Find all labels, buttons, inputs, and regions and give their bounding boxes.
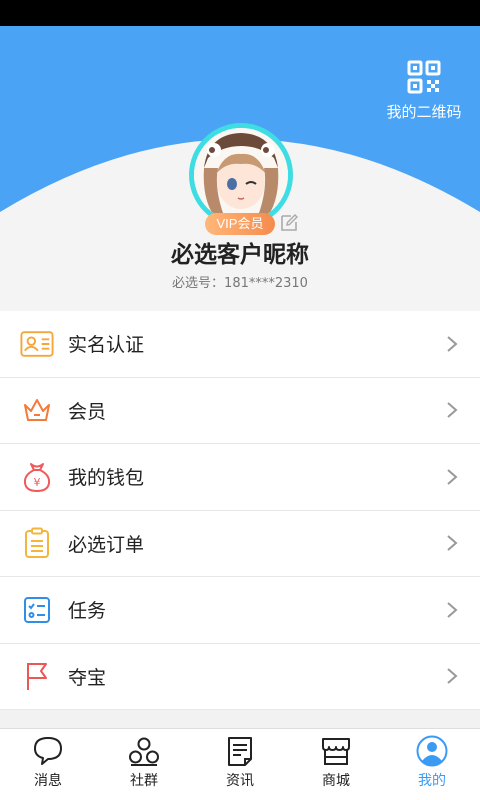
chevron-right-icon xyxy=(447,668,458,685)
menu-item-tasks[interactable]: 任务 xyxy=(0,577,480,644)
tab-me[interactable]: 我的 xyxy=(384,729,480,800)
tab-label: 消息 xyxy=(34,773,62,789)
tab-label: 资讯 xyxy=(226,773,254,789)
avatar-ring[interactable] xyxy=(189,123,293,227)
chevron-right-icon xyxy=(447,601,458,618)
tab-label: 商城 xyxy=(322,773,350,789)
group-icon xyxy=(129,737,159,766)
clipboard-icon xyxy=(25,527,49,559)
tab-community[interactable]: 社群 xyxy=(96,729,192,800)
status-bar xyxy=(0,0,480,26)
my-qr-code-button[interactable]: 我的二维码 xyxy=(382,60,466,122)
vip-member-badge: VIP会员 xyxy=(205,213,275,235)
menu-label: 必选订单 xyxy=(68,533,145,556)
tab-label: 社群 xyxy=(130,773,158,789)
tab-news[interactable]: 资讯 xyxy=(192,729,288,800)
profile-header: 我的二维码 VIP会员 必选客户昵称 必选号：181****2310 xyxy=(0,26,480,311)
crown-icon xyxy=(24,399,50,422)
menu-label: 会员 xyxy=(68,400,107,423)
store-icon xyxy=(322,738,350,765)
account-number: 必选号：181****2310 xyxy=(172,276,308,291)
qr-code-label: 我的二维码 xyxy=(386,104,462,121)
flag-icon xyxy=(27,663,47,691)
menu-label: 任务 xyxy=(68,600,107,623)
menu-item-my-wallet[interactable]: ¥ 我的钱包 xyxy=(0,444,480,511)
chevron-right-icon xyxy=(447,535,458,552)
menu-label: 实名认证 xyxy=(68,334,145,357)
bottom-tab-bar: 消息 社群 资讯 商城 我的 xyxy=(0,728,480,800)
chevron-right-icon xyxy=(447,402,458,419)
menu-label: 我的钱包 xyxy=(68,467,145,490)
svg-text:¥: ¥ xyxy=(34,476,41,489)
id-card-icon xyxy=(20,331,54,357)
menu-item-real-name-verification[interactable]: 实名认证 xyxy=(0,311,480,378)
chevron-right-icon xyxy=(447,335,458,352)
chevron-right-icon xyxy=(447,468,458,485)
tab-label: 我的 xyxy=(418,773,446,789)
user-nickname: 必选客户昵称 xyxy=(171,242,309,268)
profile-menu: 实名认证 会员 ¥ 我的钱包 必选订单 任务 夺宝 xyxy=(0,311,480,710)
news-icon xyxy=(228,737,252,766)
tab-store[interactable]: 商城 xyxy=(288,729,384,800)
edit-icon[interactable] xyxy=(279,213,299,233)
avatar xyxy=(194,128,288,222)
task-list-icon xyxy=(24,596,50,623)
qr-code-icon xyxy=(407,60,441,94)
menu-item-orders[interactable]: 必选订单 xyxy=(0,511,480,577)
avatar-image xyxy=(194,128,288,222)
menu-item-membership[interactable]: 会员 xyxy=(0,378,480,444)
tab-messages[interactable]: 消息 xyxy=(0,729,96,800)
menu-item-treasure[interactable]: 夺宝 xyxy=(0,644,480,710)
money-bag-icon: ¥ xyxy=(23,462,51,492)
menu-label: 夺宝 xyxy=(68,666,107,689)
profile-icon xyxy=(416,735,448,767)
chat-bubble-icon xyxy=(34,737,62,765)
